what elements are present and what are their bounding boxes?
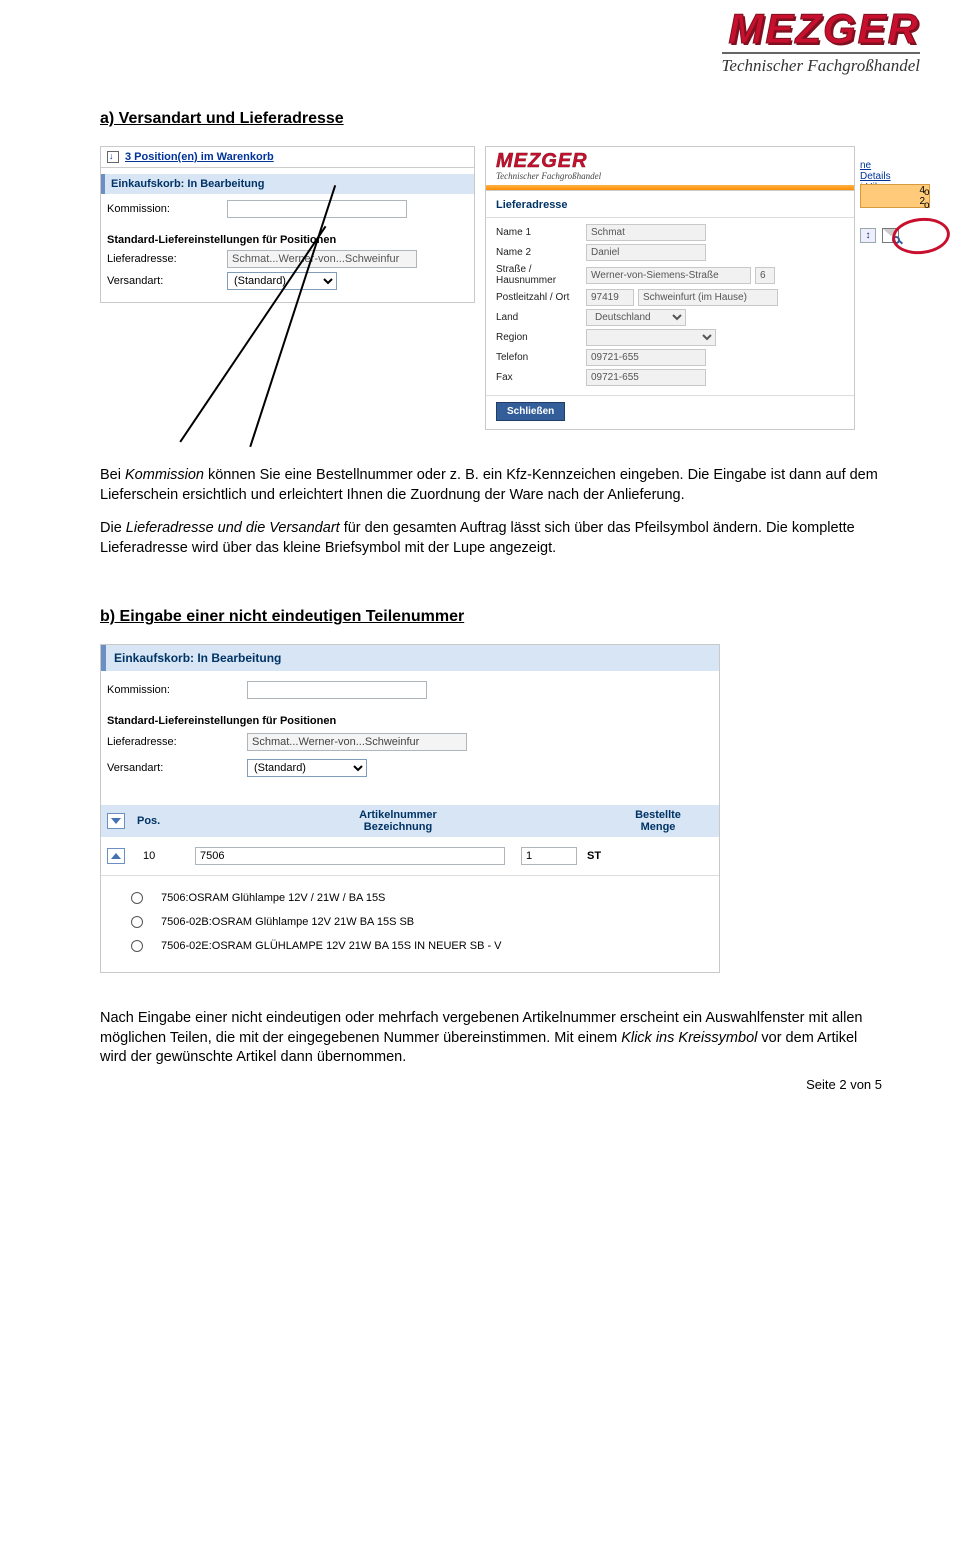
choice-radio-1[interactable] [131,892,143,904]
pos-value: 10 [143,850,195,862]
name1-field [586,224,706,241]
figure-a-screenshot: 3 Position(en) im Warenkorb Einkaufskorb… [100,146,880,406]
collapse-up-button[interactable] [107,848,125,864]
kommission-label-2: Kommission: [107,684,247,696]
tel-label: Telefon [496,352,586,363]
lieferadresse-label: Lieferadresse: [107,253,227,265]
strasse-label: Straße / Hausnummer [496,264,586,286]
article-choice-row: 7506-02E:OSRAM GLÜHLAMPE 12V 21W BA 15S … [131,934,719,958]
col-qty: BestellteMenge [603,809,713,833]
ort-field [638,289,778,306]
side-char: oo [924,186,930,212]
orange-counter: 42 [860,184,930,208]
kommission-input-2[interactable] [247,681,427,699]
land-label: Land [496,312,586,323]
fax-field [586,369,706,386]
lieferadresse-label-2: Lieferadresse: [107,736,247,748]
details-link[interactable]: ne Details [860,160,891,182]
versandart-select-2[interactable]: (Standard) [247,759,367,777]
delivery-settings-sub-2: Standard-Liefereinstellungen für Positio… [107,711,713,731]
land-select: Deutschland [586,309,686,326]
collapse-down-button[interactable] [107,813,125,829]
delivery-settings-sub: Standard-Liefereinstellungen für Positio… [101,230,474,248]
versandart-label: Versandart: [107,275,227,287]
popup-logo: MEZGER [496,151,848,171]
address-popup: MEZGER Technischer Fachgroßhandel Liefer… [485,146,855,430]
arrow-icon[interactable]: ↕ [860,228,876,243]
choice-radio-2[interactable] [131,916,143,928]
lieferadresse-field-2[interactable] [247,733,467,751]
red-circle-annotation [890,215,951,257]
kommission-label: Kommission: [107,203,227,215]
unit-label: ST [587,850,601,862]
choice-label-3: 7506-02E:OSRAM GLÜHLAMPE 12V 21W BA 15S … [161,940,502,952]
quantity-input[interactable] [521,847,577,865]
name2-label: Name 2 [496,247,586,258]
article-number-input[interactable] [195,847,505,865]
close-button[interactable]: Schließen [496,402,565,421]
versandart-label-2: Versandart: [107,762,247,774]
article-choice-row: 7506:OSRAM Glühlampe 12V / 21W / BA 15S [131,886,719,910]
region-select [586,329,716,346]
fax-label: Fax [496,372,586,383]
popup-title: Lieferadresse [486,191,854,218]
name2-field [586,244,706,261]
paragraph-b: Nach Eingabe einer nicht eindeutigen ode… [100,1009,880,1068]
choice-radio-3[interactable] [131,940,143,952]
col-article: ArtikelnummerBezeichnung [193,809,603,833]
col-pos: Pos. [137,815,193,827]
tel-field [586,349,706,366]
paragraph-a1: Bei Kommission können Sie eine Bestellnu… [100,466,880,505]
cart-positions-link[interactable]: 3 Position(en) im Warenkorb [125,151,274,163]
plz-label: Postleitzahl / Ort [496,292,586,303]
cart-status-bar: Einkaufskorb: In Bearbeitung [101,174,474,194]
popup-logo-sub: Technischer Fachgroßhandel [496,171,848,181]
name1-label: Name 1 [496,227,586,238]
figure-b-screenshot: Einkaufskorb: In Bearbeitung Kommission:… [100,644,720,973]
region-label: Region [496,332,586,343]
hausnr-field [755,267,775,284]
section-a-heading: a) Versandart und Lieferadresse [100,110,880,128]
lieferadresse-field[interactable] [227,250,417,268]
article-choice-row: 7506-02B:OSRAM Glühlampe 12V 21W BA 15S … [131,910,719,934]
paragraph-a2: Die Lieferadresse und die Versandart für… [100,519,880,558]
plz-field [586,289,634,306]
cart-icon [107,151,119,163]
kommission-input[interactable] [227,200,407,218]
choice-label-1: 7506:OSRAM Glühlampe 12V / 21W / BA 15S [161,892,385,904]
page-footer: Seite 2 von 5 [806,1077,882,1092]
cart-status-bar-2: Einkaufskorb: In Bearbeitung [101,645,719,671]
strasse-field [586,267,751,284]
section-b-heading: b) Eingabe einer nicht eindeutigen Teile… [100,608,880,626]
choice-label-2: 7506-02B:OSRAM Glühlampe 12V 21W BA 15S … [161,916,414,928]
